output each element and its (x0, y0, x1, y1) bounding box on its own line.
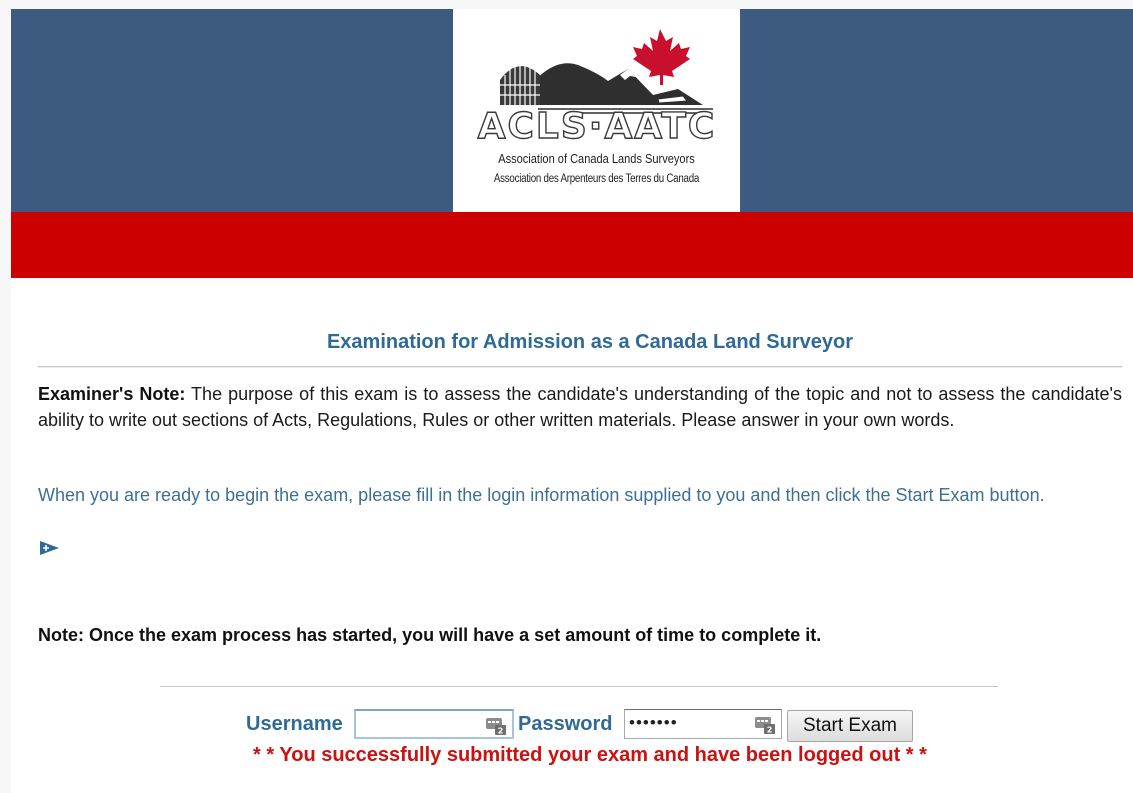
page-title: Examination for Admission as a Canada La… (326, 331, 854, 353)
examiner-note-label: Examiner's Note: (38, 384, 186, 404)
divider-top (38, 366, 1122, 367)
username-input[interactable] (356, 712, 484, 736)
examiner-note-text: The purpose of this exam is to assess th… (38, 384, 1122, 430)
username-field[interactable]: 2 (354, 709, 514, 739)
acls-logo: ACLS·AATC Association of Canada Lands Su… (453, 9, 740, 212)
examiner-note: Examiner's Note: The purpose of this exa… (38, 381, 1122, 433)
password-field[interactable]: 2 (624, 709, 782, 739)
page-background: ACLS·AATC Association of Canada Lands Su… (0, 0, 1133, 793)
password-manager-key-icon[interactable]: 2 (486, 715, 506, 735)
password-label: Password (518, 713, 613, 735)
logo-artwork-icon (500, 29, 713, 114)
svg-text:2: 2 (498, 727, 504, 736)
login-form: Username 2 Password 2 (0, 707, 1122, 743)
logout-status-message: * * You successfully submitted your exam… (253, 744, 927, 766)
svg-text:2: 2 (767, 726, 773, 735)
header-red-band (11, 212, 1133, 278)
logo-wordmark: ACLS·AATC (477, 106, 717, 147)
start-exam-button[interactable]: Start Exam (787, 710, 913, 742)
arrow-right-icon[interactable] (39, 539, 61, 557)
password-manager-key-icon[interactable]: 2 (755, 714, 775, 734)
username-label: Username (246, 713, 343, 735)
logo-subtitle-french: Association des Arpenteurs des Terres du… (493, 173, 700, 185)
logo-subtitle-english: Association of Canada Lands Surveyors (498, 151, 695, 166)
divider-bottom (160, 686, 998, 687)
time-limit-note: Note: Once the exam process has started,… (38, 625, 822, 645)
instructions-text: When you are ready to begin the exam, pl… (38, 485, 1045, 505)
password-input[interactable] (625, 711, 753, 735)
